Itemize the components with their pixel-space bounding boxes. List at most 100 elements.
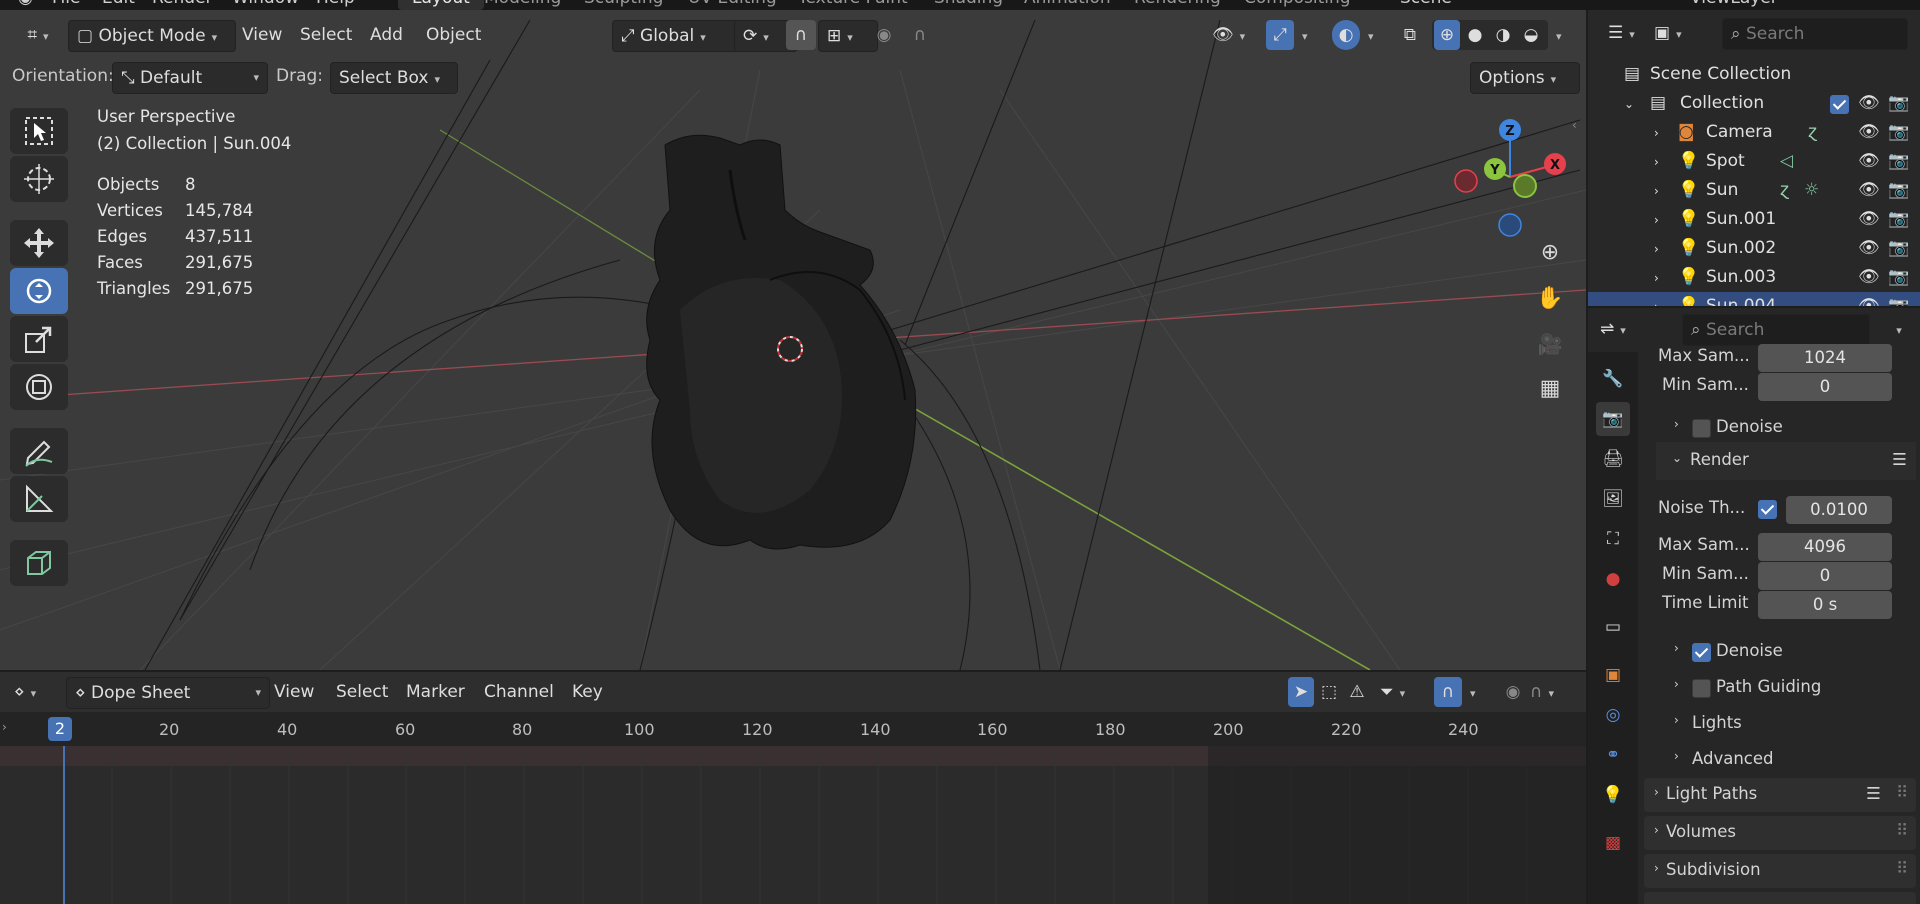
overlays-dropdown[interactable]: ▾ [1362, 20, 1382, 50]
camera-render-icon[interactable]: 📷 [1888, 267, 1909, 287]
gizmo-dropdown[interactable]: ▾ [1296, 20, 1316, 50]
camera-render-icon[interactable]: 📷 [1888, 296, 1909, 306]
solid-shading-icon[interactable]: ● [1462, 20, 1488, 50]
advanced-subpanel-row[interactable]: › Advanced [1674, 746, 1904, 774]
outliner-search[interactable]: ⌕ Search [1722, 18, 1908, 50]
path-guiding-checkbox[interactable] [1692, 679, 1711, 698]
time-limit-field[interactable]: 0 s [1758, 591, 1892, 619]
xray-toggle[interactable]: ⧉ [1396, 20, 1424, 50]
transform-orientation-dropdown[interactable]: ⤢ Global ▾ [612, 20, 740, 52]
menu-object[interactable]: Object [420, 20, 487, 50]
properties-search[interactable]: ⌕ Search [1682, 314, 1870, 346]
menu-help[interactable]: Help [316, 0, 355, 8]
annotate-tool[interactable] [10, 428, 68, 474]
tab-object-data[interactable]: 💡 [1596, 778, 1630, 812]
gizmo-toggle[interactable]: ⤢ [1266, 20, 1294, 50]
drag-handle-icon[interactable]: ⠿ [1896, 783, 1908, 802]
perspective-toggle-button[interactable]: ▦ [1530, 368, 1570, 408]
ds-menu-marker[interactable]: Marker [400, 677, 471, 707]
eye-icon[interactable]: 👁 [1858, 93, 1880, 113]
menu-select[interactable]: Select [294, 20, 358, 50]
workspace-tab-compositing[interactable]: Compositing [1230, 0, 1365, 10]
tab-texture[interactable]: ▩ [1596, 826, 1630, 860]
outliner-item[interactable]: › ◙ Camera ɀ 👁 📷 [1588, 118, 1920, 147]
ds-menu-channel[interactable]: Channel [478, 677, 560, 707]
outliner-editor-type[interactable]: ☰ ▾ [1608, 18, 1644, 48]
viewport-min-samples-field[interactable]: 0 [1758, 373, 1892, 401]
auto-snap-toggle[interactable]: ∩ [1434, 677, 1462, 707]
tab-object[interactable]: ▣ [1596, 658, 1630, 692]
mode-dropdown[interactable]: ▢ Object Mode ▾ [68, 20, 236, 52]
expand-icon[interactable]: › [1654, 184, 1659, 198]
workspace-tab-texture-paint[interactable]: Texture Paint [784, 0, 922, 10]
object-visibility-dropdown[interactable]: 👁 ▾ [1212, 20, 1256, 50]
falloff-dropdown[interactable]: ∩ ▾ [1530, 677, 1570, 707]
max-samples-field[interactable]: 4096 [1758, 533, 1892, 561]
blender-logo-icon[interactable]: ◉ [18, 0, 33, 8]
expand-icon[interactable]: › [1654, 242, 1659, 256]
menu-view[interactable]: View [236, 20, 288, 50]
dope-sheet-mode-dropdown[interactable]: ⋄ Dope Sheet ▾ [66, 677, 270, 709]
menu-edit[interactable]: Edit [102, 0, 135, 8]
camera-render-icon[interactable]: 📷 [1888, 180, 1909, 200]
drag-handle-icon[interactable]: ⠿ [1896, 859, 1908, 878]
eye-icon[interactable]: 👁 [1858, 122, 1880, 142]
eye-icon[interactable]: 👁 [1858, 296, 1880, 306]
view-layer-selector[interactable]: ViewLayer [1690, 0, 1778, 8]
tab-physics[interactable]: ◎ [1596, 698, 1630, 732]
include-checkbox[interactable] [1830, 95, 1849, 114]
snap-target-dropdown[interactable]: ⊞ ▾ [818, 20, 878, 52]
ds-menu-select[interactable]: Select [330, 677, 394, 707]
ds-menu-key[interactable]: Key [566, 677, 609, 707]
path-guiding-row[interactable]: › Path Guiding [1674, 674, 1904, 702]
ds-menu-view[interactable]: View [268, 677, 320, 707]
drag-dropdown[interactable]: Select Box ▾ [330, 62, 458, 94]
select-box-tool[interactable] [10, 108, 68, 154]
rendered-shading-icon[interactable]: ◒ [1518, 20, 1544, 50]
viewport-max-samples-field[interactable]: 1024 [1758, 344, 1892, 372]
tab-render[interactable]: 📷 [1596, 402, 1630, 436]
noise-threshold-field[interactable]: 0.0100 [1786, 496, 1892, 524]
tab-world[interactable]: ● [1596, 562, 1630, 596]
light-paths-panel-header[interactable]: › Light Paths ☰ ⠿ [1644, 778, 1916, 812]
overlays-toggle[interactable]: ◐ [1332, 20, 1360, 50]
tab-view-layer[interactable]: 🖼 [1596, 482, 1630, 516]
proportional-editing-toggle[interactable]: ◉ [870, 20, 898, 50]
current-frame-indicator[interactable]: 2 [48, 717, 72, 741]
expand-channels-icon[interactable]: › [2, 720, 7, 734]
options-dropdown[interactable]: Options ▾ [1470, 62, 1580, 94]
pan-button[interactable]: ✋ [1530, 278, 1570, 318]
eye-icon[interactable]: 👁 [1858, 267, 1880, 287]
expand-icon[interactable]: › [1654, 213, 1659, 227]
expand-icon[interactable]: › [1654, 300, 1659, 306]
next-panel-header[interactable] [1644, 892, 1916, 904]
zoom-button[interactable]: ⊕ [1530, 232, 1570, 272]
camera-render-icon[interactable]: 📷 [1888, 122, 1909, 142]
material-shading-icon[interactable]: ◑ [1490, 20, 1516, 50]
keyframe-area[interactable] [0, 746, 1586, 904]
proportional-edit-toggle[interactable]: ◉ [1500, 677, 1526, 707]
3d-viewport[interactable]: ⌗ ▾ ▢ Object Mode ▾ View Select Add Object… [0, 10, 1586, 670]
denoise-row[interactable]: › Denoise [1674, 638, 1904, 666]
min-samples-field[interactable]: 0 [1758, 562, 1892, 590]
collection-row[interactable]: ⌄ ▤ Collection 👁 📷 [1588, 89, 1920, 118]
eye-icon[interactable]: 👁 [1858, 238, 1880, 258]
frame-ruler[interactable]: › 2 20 40 60 80 100 120 140 160 180 200 … [0, 712, 1586, 746]
viewport-denoise-row[interactable]: › Denoise [1674, 414, 1904, 442]
camera-render-icon[interactable]: 📷 [1888, 209, 1909, 229]
expand-icon[interactable]: › [1654, 126, 1659, 140]
expand-icon[interactable]: ⌄ [1624, 97, 1634, 111]
playhead-line[interactable] [63, 746, 65, 904]
menu-file[interactable]: File [52, 0, 80, 8]
drag-handle-icon[interactable]: ⠿ [1896, 821, 1908, 840]
outliner-item[interactable]: › 💡 Sun.001 👁 📷 [1588, 205, 1920, 234]
tab-scene[interactable]: ⛶ [1596, 522, 1630, 556]
menu-add[interactable]: Add [364, 20, 409, 50]
eye-icon[interactable]: 👁 [1858, 209, 1880, 229]
eye-icon[interactable]: 👁 [1858, 151, 1880, 171]
workspace-tab-rendering[interactable]: Rendering [1120, 0, 1235, 10]
outliner-item-selected[interactable]: › 💡 Sun.004 👁 📷 [1588, 292, 1920, 306]
workspace-tab-uv-editing[interactable]: UV Editing [674, 0, 791, 10]
cursor-tool[interactable] [10, 156, 68, 202]
measure-tool[interactable] [10, 476, 68, 522]
